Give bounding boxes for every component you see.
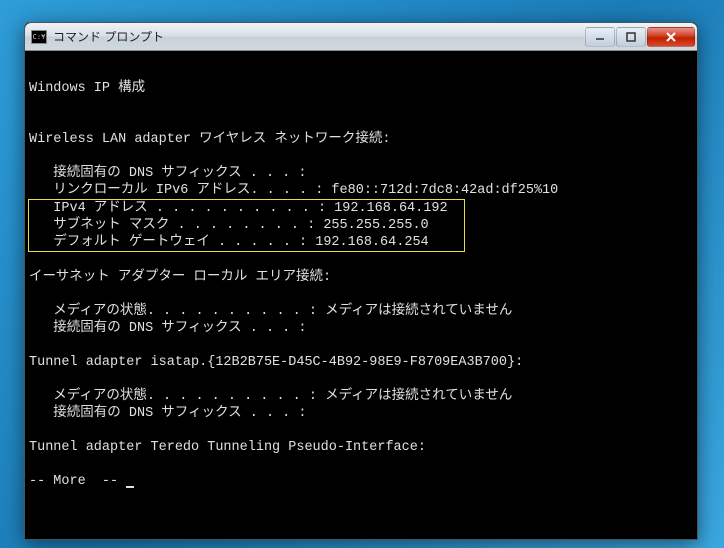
close-button[interactable] bbox=[647, 27, 695, 47]
cursor bbox=[126, 486, 134, 488]
app-icon: C:¥ bbox=[31, 30, 47, 44]
wlan-adapter-header: Wireless LAN adapter ワイヤレス ネットワーク接続: bbox=[29, 132, 390, 147]
isatap-media-state: メディアの状態. . . . . . . . . . : メディアは接続されてい… bbox=[29, 389, 512, 404]
highlighted-ip-info: IPv4 アドレス . . . . . . . . . . : 192.168.… bbox=[28, 199, 465, 252]
ethernet-dns-suffix: 接続固有の DNS サフィックス . . . : bbox=[29, 321, 306, 336]
maximize-icon bbox=[626, 32, 636, 42]
isatap-adapter-header: Tunnel adapter isatap.{12B2B75E-D45C-4B9… bbox=[29, 355, 523, 370]
ethernet-adapter-header: イーサネット アダプター ローカル エリア接続: bbox=[29, 270, 331, 285]
terminal-output[interactable]: Windows IP 構成 Wireless LAN adapter ワイヤレス… bbox=[25, 51, 697, 539]
titlebar[interactable]: C:¥ コマンド プロンプト bbox=[25, 23, 697, 51]
command-prompt-window: C:¥ コマンド プロンプト Windows IP 構成 Wireless LA… bbox=[24, 22, 698, 540]
window-title: コマンド プロンプト bbox=[53, 28, 584, 45]
maximize-button[interactable] bbox=[616, 27, 646, 47]
window-controls bbox=[584, 27, 695, 47]
minimize-icon bbox=[595, 32, 605, 42]
wlan-ipv6: リンクローカル IPv6 アドレス. . . . : fe80::712d:7d… bbox=[29, 183, 558, 198]
wlan-subnet: サブネット マスク . . . . . . . . : 255.255.255.… bbox=[29, 218, 453, 233]
close-icon bbox=[665, 32, 677, 42]
more-prompt: -- More -- bbox=[29, 474, 126, 489]
isatap-dns-suffix: 接続固有の DNS サフィックス . . . : bbox=[29, 406, 306, 421]
ipconfig-header: Windows IP 構成 bbox=[29, 81, 145, 96]
wlan-gateway: デフォルト ゲートウェイ . . . . . : 192.168.64.254 bbox=[29, 235, 445, 250]
teredo-adapter-header: Tunnel adapter Teredo Tunneling Pseudo-I… bbox=[29, 440, 426, 455]
ethernet-media-state: メディアの状態. . . . . . . . . . : メディアは接続されてい… bbox=[29, 304, 512, 319]
minimize-button[interactable] bbox=[585, 27, 615, 47]
wlan-ipv4: IPv4 アドレス . . . . . . . . . . : 192.168.… bbox=[29, 201, 464, 216]
wlan-dns-suffix: 接続固有の DNS サフィックス . . . : bbox=[29, 166, 306, 181]
